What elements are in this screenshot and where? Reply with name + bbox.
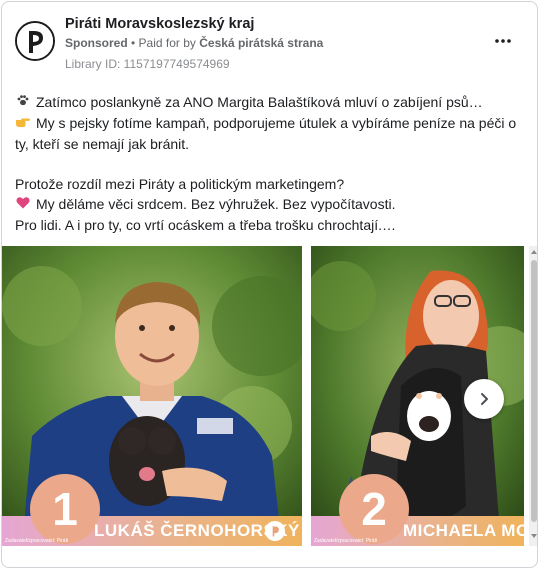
post-line-5: My děláme věci srdcem. Bez výhružek. Bez… <box>36 196 396 212</box>
payer-name[interactable]: Česká pirátská strana <box>199 36 323 50</box>
post-line-3: ty, kteří se nemají jak bránit. <box>15 136 190 152</box>
sponsored-line: Sponsored • Paid for by Česká pirátská s… <box>65 36 323 50</box>
post-line-2: My s pejsky fotíme kampaň, podporujeme ú… <box>36 115 517 131</box>
post-line-1: Zatímco poslankyně za ANO Margita Balašt… <box>36 94 483 110</box>
image-carousel[interactable]: 1 LUKÁŠ ČERNOHORSKÝ Zadavatel/zpracovate… <box>2 246 537 546</box>
sponsored-label: Sponsored <box>65 36 128 50</box>
page-name[interactable]: Piráti Moravskoslezský kraj <box>65 16 254 32</box>
more-options-icon <box>495 39 511 43</box>
chevron-right-icon <box>481 393 488 405</box>
post-line: Zatímco poslankyně za ANO Margita Balašt… <box>15 92 525 113</box>
candidate-number: 1 <box>52 483 78 535</box>
heart-icon <box>15 195 31 215</box>
carousel-scrollbar[interactable] <box>529 246 537 546</box>
candidate-number-badge: 2 <box>339 474 409 544</box>
post-line-6[interactable]: Pro lidi. A i pro ty, co vrtí ocáskem a … <box>15 215 525 235</box>
carousel-slide-1[interactable]: 1 LUKÁŠ ČERNOHORSKÝ Zadavatel/zpracovate… <box>2 246 302 546</box>
pointing-hand-icon <box>15 114 31 134</box>
post-line: My děláme věci srdcem. Bez výhružek. Bez… <box>15 194 525 215</box>
ad-claim: Zadavatel/zpracovatel: Piráti <box>314 538 378 544</box>
carousel-next-button[interactable] <box>464 379 504 419</box>
post-line-4: Protože rozdíl mezi Piráty a politickým … <box>15 176 345 192</box>
sponsored-post-card: Piráti Moravskoslezský kraj Sponsored • … <box>1 1 538 568</box>
post-header: Piráti Moravskoslezský kraj Sponsored • … <box>15 15 525 75</box>
ad-claim: Zadavatel/zpracovatel: Piráti <box>5 538 69 544</box>
paw-icon <box>15 93 31 113</box>
post-text: Zatímco poslankyně za ANO Margita Balašt… <box>15 92 525 235</box>
post-line: My s pejsky fotíme kampaň, podporujeme ú… <box>15 113 525 134</box>
paid-prefix: • Paid for by <box>127 36 200 50</box>
pirate-logo-icon <box>265 521 285 541</box>
candidate-number: 2 <box>361 483 387 535</box>
library-id: Library ID: 1157197749574969 <box>65 57 230 71</box>
candidate-number-badge: 1 <box>30 474 100 544</box>
candidate-name: MICHAELA MORICOVÁ <box>403 521 524 540</box>
page-avatar[interactable] <box>15 21 55 61</box>
more-options-button[interactable] <box>491 33 515 49</box>
